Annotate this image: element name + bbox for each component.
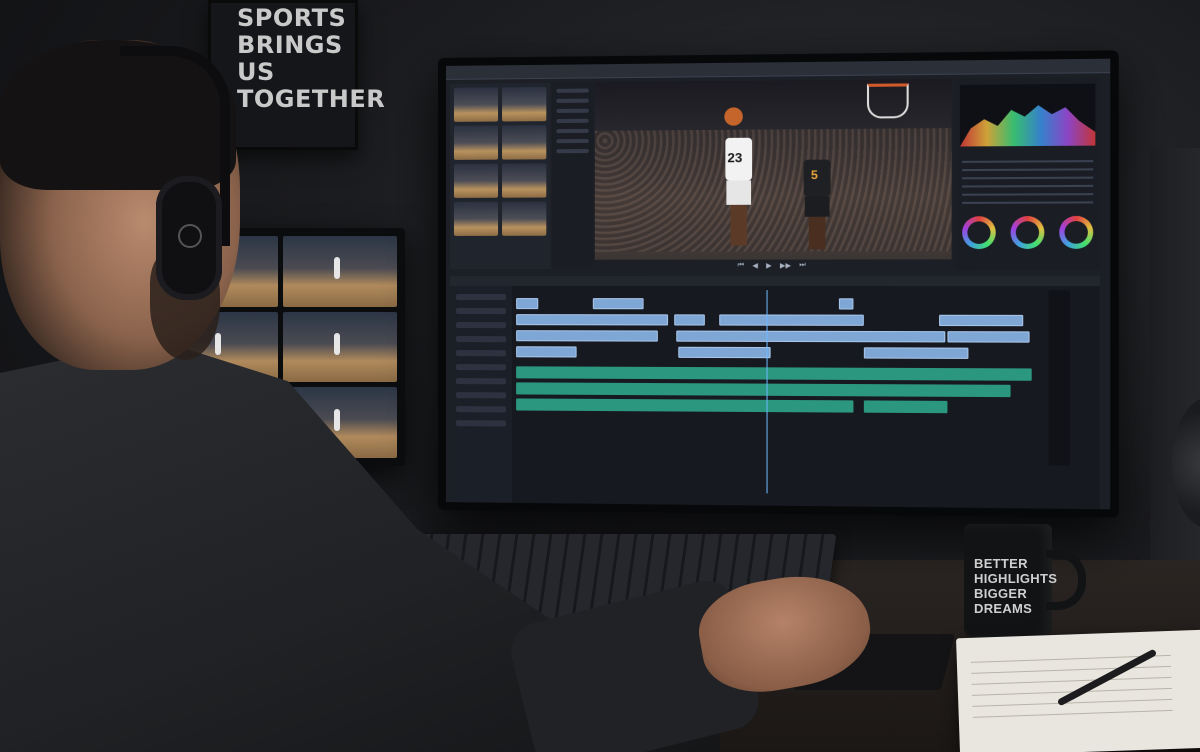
video-clip[interactable] bbox=[516, 314, 669, 326]
fast-forward-icon[interactable]: ▶▶ bbox=[780, 262, 791, 270]
video-editor-app: 23 5 ⏮ ◀ ▶ ▶▶ ⏭ bbox=[445, 58, 1111, 510]
track-header[interactable] bbox=[455, 420, 507, 427]
video-clip[interactable] bbox=[516, 330, 658, 342]
skip-back-icon[interactable]: ⏮ bbox=[738, 262, 744, 270]
video-clip[interactable] bbox=[516, 298, 539, 310]
poster-line: SPORTS bbox=[237, 4, 347, 32]
headphone-logo bbox=[178, 224, 202, 248]
timeline-ruler[interactable] bbox=[449, 275, 1100, 287]
color-slider[interactable] bbox=[962, 168, 1094, 172]
track-header[interactable] bbox=[455, 322, 507, 329]
color-slider[interactable] bbox=[962, 160, 1094, 163]
timeline-tracks bbox=[516, 290, 1042, 496]
track-header[interactable] bbox=[455, 308, 507, 315]
color-sliders bbox=[962, 154, 1094, 210]
basketball bbox=[724, 107, 743, 126]
track-headers bbox=[449, 286, 513, 503]
track-header[interactable] bbox=[455, 364, 507, 371]
audio-clip[interactable] bbox=[863, 400, 948, 414]
poster-line: BRINGS bbox=[237, 31, 343, 59]
program-viewer[interactable]: 23 5 bbox=[594, 78, 952, 260]
color-slider[interactable] bbox=[962, 184, 1094, 188]
transport-controls: ⏮ ◀ ▶ ▶▶ ⏭ bbox=[595, 261, 952, 270]
video-clip[interactable] bbox=[947, 331, 1030, 343]
timeline-playhead[interactable] bbox=[766, 290, 768, 494]
effects-item[interactable] bbox=[556, 88, 589, 93]
effects-panel bbox=[552, 82, 593, 269]
clip-thumbnail[interactable] bbox=[282, 311, 397, 383]
color-wheel-icon[interactable] bbox=[1010, 216, 1045, 250]
media-thumbnail[interactable] bbox=[502, 125, 547, 160]
player-white-jersey: 23 bbox=[721, 128, 756, 248]
color-slider[interactable] bbox=[962, 201, 1094, 204]
player-dark-jersey: 5 bbox=[800, 151, 835, 250]
track-header[interactable] bbox=[455, 350, 507, 357]
audio-clip[interactable] bbox=[516, 382, 1011, 398]
video-clip[interactable] bbox=[676, 330, 946, 343]
audio-meters bbox=[1048, 290, 1070, 466]
step-back-icon[interactable]: ◀ bbox=[752, 262, 758, 270]
color-scopes-panel bbox=[955, 77, 1100, 270]
jersey-number: 5 bbox=[810, 167, 818, 183]
poster-text: SPORTS BRINGS US TOGETHER bbox=[237, 5, 385, 113]
speaker-cone bbox=[1172, 398, 1200, 528]
media-thumbnail[interactable] bbox=[453, 201, 499, 236]
color-slider[interactable] bbox=[962, 176, 1094, 180]
effects-item[interactable] bbox=[556, 148, 589, 154]
clip-thumbnail[interactable] bbox=[282, 236, 397, 307]
video-clip[interactable] bbox=[516, 346, 577, 358]
skip-forward-icon[interactable]: ⏭ bbox=[799, 262, 806, 270]
track-header[interactable] bbox=[455, 406, 507, 413]
audio-clip[interactable] bbox=[516, 398, 854, 413]
mug-line: BIGGER bbox=[974, 586, 1028, 601]
poster-line: US bbox=[237, 58, 275, 86]
media-thumbnail[interactable] bbox=[502, 163, 547, 198]
track-header[interactable] bbox=[455, 294, 507, 301]
studio-speaker bbox=[1150, 148, 1200, 588]
mug-line: BETTER bbox=[974, 556, 1028, 571]
media-grid bbox=[453, 86, 547, 236]
waveform-scope bbox=[960, 83, 1096, 147]
track-header[interactable] bbox=[455, 392, 507, 399]
media-thumbnail[interactable] bbox=[502, 86, 547, 122]
timeline-panel bbox=[449, 275, 1100, 510]
jersey-number: 23 bbox=[727, 149, 743, 166]
media-thumbnail[interactable] bbox=[502, 201, 547, 236]
video-clip[interactable] bbox=[674, 314, 705, 326]
effects-item[interactable] bbox=[556, 118, 589, 124]
video-clip[interactable] bbox=[939, 314, 1024, 327]
mug-text: BETTER HIGHLIGHTS BIGGER DREAMS bbox=[974, 556, 1057, 616]
color-wheels bbox=[962, 215, 1094, 250]
app-titlebar bbox=[445, 58, 1111, 80]
mug-line: HIGHLIGHTS bbox=[974, 571, 1058, 586]
track-header[interactable] bbox=[455, 378, 507, 385]
video-clip[interactable] bbox=[838, 298, 854, 310]
effects-item[interactable] bbox=[556, 108, 589, 113]
color-wheel-icon[interactable] bbox=[962, 216, 996, 250]
audio-clip[interactable] bbox=[516, 366, 1032, 381]
basketball-hoop bbox=[866, 83, 909, 119]
effects-item[interactable] bbox=[556, 138, 589, 144]
video-clip[interactable] bbox=[863, 347, 969, 359]
color-wheel-icon[interactable] bbox=[1059, 215, 1094, 249]
video-clip[interactable] bbox=[678, 346, 771, 359]
media-thumbnail[interactable] bbox=[453, 87, 499, 122]
mug-line: DREAMS bbox=[974, 601, 1033, 616]
play-icon[interactable]: ▶ bbox=[766, 262, 772, 270]
effects-item[interactable] bbox=[556, 98, 589, 103]
video-clip[interactable] bbox=[592, 298, 644, 310]
media-bin-panel bbox=[449, 82, 551, 269]
poster-line: TOGETHER bbox=[237, 85, 386, 113]
main-monitor: 23 5 ⏮ ◀ ▶ ▶▶ ⏭ bbox=[438, 50, 1119, 518]
effects-item[interactable] bbox=[556, 128, 589, 134]
color-slider[interactable] bbox=[962, 193, 1094, 196]
media-thumbnail[interactable] bbox=[453, 163, 499, 198]
crowd-background bbox=[594, 128, 952, 252]
media-thumbnail[interactable] bbox=[453, 125, 499, 160]
track-header[interactable] bbox=[455, 336, 507, 343]
video-clip[interactable] bbox=[719, 314, 864, 326]
